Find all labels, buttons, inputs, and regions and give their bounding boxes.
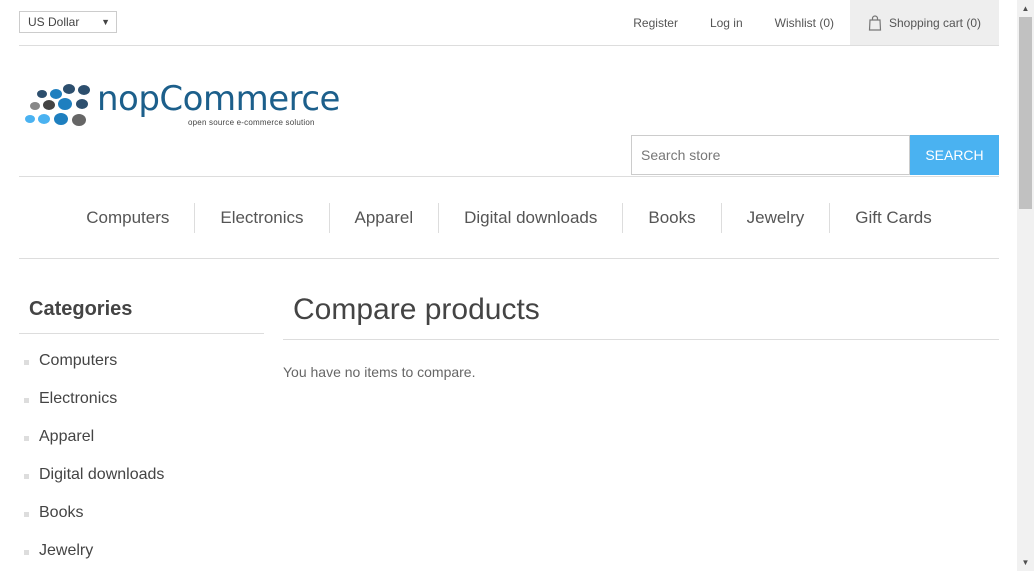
chevron-down-icon: ▼ (101, 17, 110, 27)
category-item-digital-downloads[interactable]: Digital downloads (19, 456, 264, 494)
header-links: Register Log in Wishlist (0) Shopping ca… (601, 0, 999, 45)
menu-item-computers[interactable]: Computers (61, 203, 194, 233)
logo-dots-icon (25, 84, 90, 126)
menu-item-jewelry[interactable]: Jewelry (720, 202, 830, 233)
currency-selector[interactable]: US Dollar ▼ (19, 11, 117, 33)
search-button[interactable]: SEARCH (910, 135, 999, 175)
login-link[interactable]: Log in (710, 16, 743, 30)
page-title: Compare products (283, 288, 999, 340)
scroll-up-icon[interactable]: ▲ (1017, 0, 1034, 17)
shopping-bag-icon (868, 14, 882, 31)
scroll-down-icon[interactable]: ▼ (1017, 554, 1034, 571)
logo-name: nopCommerce (97, 79, 340, 119)
category-item-books[interactable]: Books (19, 494, 264, 532)
search-input[interactable] (631, 135, 910, 175)
menu-item-digital-downloads[interactable]: Digital downloads (438, 202, 622, 233)
category-item-jewelry[interactable]: Jewelry (19, 532, 264, 570)
scrollbar-thumb[interactable] (1019, 17, 1032, 209)
search-box: SEARCH (631, 135, 999, 175)
menu-item-gift-cards[interactable]: Gift Cards (829, 202, 957, 233)
currency-selector-value: US Dollar (28, 15, 80, 29)
register-link[interactable]: Register (633, 16, 678, 30)
category-item-computers[interactable]: Computers (19, 342, 264, 380)
shopping-cart-label: Shopping cart (0) (888, 15, 982, 30)
menu-item-books[interactable]: Books (622, 202, 720, 233)
empty-compare-message: You have no items to compare. (283, 364, 476, 380)
categories-sidebar: Categories Computers Electronics Apparel… (19, 288, 264, 570)
header-links-bar: US Dollar ▼ Register Log in Wishlist (0)… (19, 0, 999, 46)
header-main: nopCommerce open source e-commerce solut… (19, 46, 999, 177)
shopping-cart-link[interactable]: Shopping cart (0) (850, 0, 999, 45)
wishlist-link[interactable]: Wishlist (0) (775, 16, 834, 30)
logo[interactable]: nopCommerce open source e-commerce solut… (23, 80, 340, 134)
category-item-electronics[interactable]: Electronics (19, 380, 264, 418)
logo-tagline: open source e-commerce solution (188, 118, 315, 127)
category-item-apparel[interactable]: Apparel (19, 418, 264, 456)
page: US Dollar ▼ Register Log in Wishlist (0)… (19, 0, 999, 559)
top-menu: Computers Electronics Apparel Digital do… (19, 177, 999, 259)
menu-item-apparel[interactable]: Apparel (328, 202, 439, 233)
categories-list: Computers Electronics Apparel Digital do… (19, 342, 264, 570)
categories-title: Categories (19, 288, 264, 334)
vertical-scrollbar[interactable]: ▲ ▼ (1017, 0, 1034, 571)
menu-item-electronics[interactable]: Electronics (194, 202, 328, 233)
main-content: Compare products You have no items to co… (283, 288, 999, 380)
